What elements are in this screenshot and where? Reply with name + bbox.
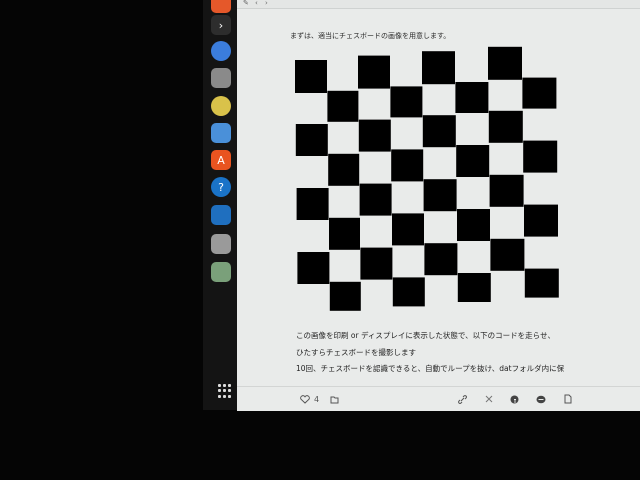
chessboard-square bbox=[456, 145, 490, 177]
like-button[interactable]: 4 bbox=[300, 393, 319, 405]
chessboard-square bbox=[524, 268, 559, 298]
chessboard-square bbox=[523, 140, 558, 173]
share-facebook-button[interactable] bbox=[510, 393, 519, 405]
terminal-icon[interactable]: › bbox=[211, 15, 231, 35]
more-button[interactable] bbox=[564, 393, 572, 405]
chessboard-square bbox=[360, 247, 393, 280]
files-icon[interactable] bbox=[211, 68, 231, 88]
chessboard-image bbox=[295, 46, 559, 311]
folder-icon bbox=[330, 396, 339, 403]
facebook-icon bbox=[510, 395, 519, 403]
chessboard-square bbox=[329, 281, 361, 311]
paragraph-line-1: この画像を印刷 or ディスプレイに表示した状態で、以下のコードを走らせ、 bbox=[296, 331, 555, 340]
screenshot-icon[interactable] bbox=[211, 234, 231, 254]
chessboard-square bbox=[295, 60, 327, 93]
trash-icon[interactable] bbox=[211, 262, 231, 282]
app-center-icon[interactable]: A bbox=[211, 150, 231, 170]
chessboard-square bbox=[359, 183, 392, 216]
chessboard-square bbox=[390, 86, 423, 118]
chessboard-square bbox=[296, 188, 329, 220]
chessboard-square bbox=[392, 277, 425, 307]
chessboard-square bbox=[488, 46, 522, 80]
chessboard-square bbox=[455, 82, 489, 113]
chessboard-square bbox=[522, 77, 557, 109]
article-window: ✎ ‹ › まずは、適当にチェスボードの画像を用意します。 この画像を印刷 or… bbox=[237, 0, 640, 411]
chessboard-square bbox=[391, 149, 424, 182]
article-footer: 4 bbox=[237, 386, 640, 411]
chessboard-square bbox=[358, 55, 390, 89]
stock-button[interactable] bbox=[330, 393, 339, 405]
like-count: 4 bbox=[314, 394, 320, 404]
chessboard-square bbox=[457, 209, 490, 241]
copy-link-button[interactable] bbox=[458, 393, 467, 405]
chessboard-square bbox=[457, 273, 491, 302]
rhythmbox-icon[interactable] bbox=[211, 96, 231, 116]
chessboard-square bbox=[423, 179, 457, 212]
vscode-icon[interactable] bbox=[211, 205, 231, 225]
document-icon bbox=[564, 394, 572, 404]
chessboard-square bbox=[489, 174, 524, 207]
hatena-icon bbox=[536, 395, 546, 403]
share-x-button[interactable] bbox=[485, 393, 493, 405]
chessboard-square bbox=[327, 90, 359, 122]
share-hatena-button[interactable] bbox=[536, 393, 546, 405]
show-applications-icon[interactable] bbox=[218, 384, 232, 398]
chessboard-square bbox=[392, 213, 424, 246]
chessboard-square bbox=[488, 110, 523, 143]
paragraph-line-3: 10回、チェスボードを認識できると、自動でループを抜け、datフォルダ内に保 bbox=[296, 364, 565, 373]
paragraph-line-2: ひたすらチェスボードを撮影します bbox=[296, 348, 416, 357]
chessboard-square bbox=[297, 252, 330, 284]
chessboard-square bbox=[524, 204, 558, 237]
app-dock: › A? bbox=[203, 0, 237, 410]
chessboard-square bbox=[358, 119, 391, 152]
chessboard-square bbox=[422, 51, 455, 85]
ubuntu-software-icon[interactable] bbox=[211, 0, 231, 13]
chessboard-square bbox=[328, 153, 360, 186]
document-icon[interactable] bbox=[211, 123, 231, 143]
chessboard-square bbox=[490, 238, 525, 271]
heart-icon bbox=[300, 394, 310, 404]
chessboard-square bbox=[424, 243, 458, 276]
link-icon bbox=[458, 394, 467, 404]
chessboard-square bbox=[295, 124, 328, 156]
browser-icon[interactable] bbox=[211, 41, 231, 61]
chessboard-square bbox=[422, 115, 456, 148]
x-icon bbox=[485, 395, 493, 403]
chessboard-square bbox=[329, 217, 360, 250]
help-icon[interactable]: ? bbox=[211, 177, 231, 197]
